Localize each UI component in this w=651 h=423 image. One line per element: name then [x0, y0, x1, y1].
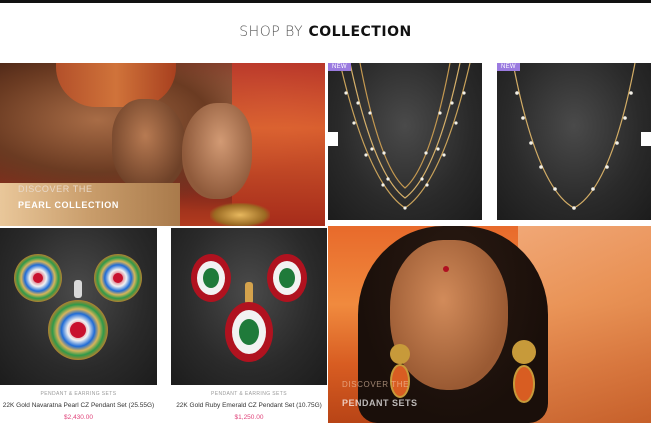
new-badge: NEW — [328, 63, 351, 71]
hero-groom-graphic — [112, 99, 186, 191]
hero-bride-graphic — [182, 103, 252, 199]
hero-necklace-graphic — [210, 203, 270, 226]
product-price: $1,250.00 — [234, 414, 264, 421]
necklace-2-image — [512, 63, 636, 210]
product-name-link[interactable]: 22K Gold Ruby Emerald CZ Pendant Set (10… — [171, 402, 327, 409]
top-border — [0, 0, 651, 3]
hero-caption-main: PEARL COLLECTION — [18, 200, 119, 210]
pendant-sets-tile[interactable]: DISCOVER THE PENDANT SETS — [328, 226, 651, 423]
portrait-caption-top: DISCOVER THE — [342, 380, 410, 389]
new-badge: NEW — [497, 63, 520, 71]
ruby-emerald-pendant-image — [191, 254, 307, 362]
next-arrow-button[interactable] — [641, 132, 651, 146]
portrait-caption-main: PENDANT SETS — [342, 398, 418, 408]
tile-gap — [482, 63, 497, 220]
navaratna-pendant-image — [14, 254, 142, 360]
navaratna-pendant-tile[interactable] — [0, 228, 157, 385]
product-category: PENDANT & EARRING SETS — [211, 391, 287, 397]
necklace-product-tile-1[interactable]: NEW — [328, 63, 482, 220]
product-info-1: PENDANT & EARRING SETS 22K Gold Navaratn… — [0, 391, 157, 421]
product-category: PENDANT & EARRING SETS — [40, 391, 117, 397]
pearl-collection-tile[interactable]: DISCOVER THE PEARL COLLECTION — [0, 63, 325, 226]
portrait-earrings-graphic — [390, 340, 536, 403]
section-title-light: SHOP BY — [239, 24, 304, 40]
section-title: SHOP BY COLLECTION — [0, 24, 651, 40]
section-title-bold: COLLECTION — [308, 24, 412, 40]
product-price: $2,430.00 — [64, 414, 93, 421]
ruby-emerald-pendant-tile[interactable] — [171, 228, 327, 385]
prev-arrow-button[interactable] — [328, 132, 338, 146]
necklace-product-tile-2[interactable]: NEW — [497, 63, 651, 220]
product-name-link[interactable]: 22K Gold Navaratna Pearl CZ Pendant Set … — [0, 402, 157, 409]
hero-caption-top: DISCOVER THE — [18, 184, 93, 194]
product-info-2: PENDANT & EARRING SETS 22K Gold Ruby Eme… — [171, 391, 327, 421]
necklace-1-image — [339, 63, 471, 210]
